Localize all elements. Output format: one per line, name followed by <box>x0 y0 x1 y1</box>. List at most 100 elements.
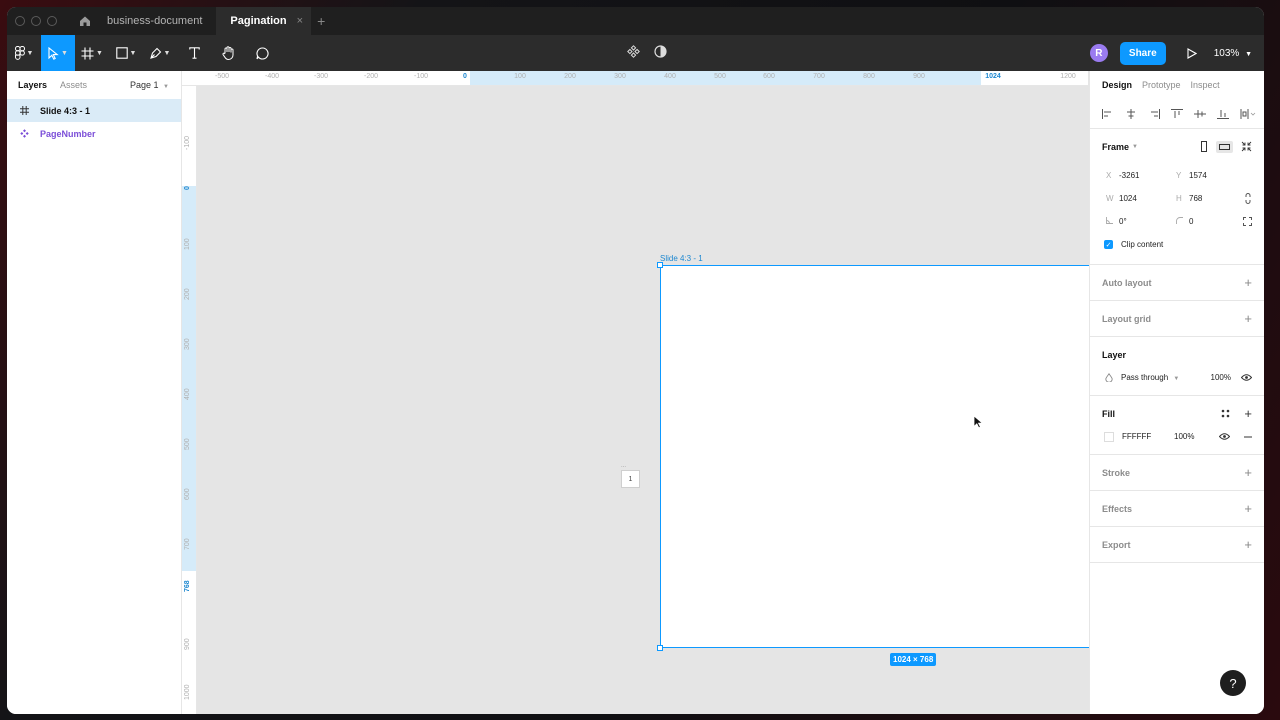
tab-inspect[interactable]: Inspect <box>1191 80 1220 90</box>
blend-mode-dropdown[interactable]: Pass through ▼ <box>1121 373 1179 382</box>
tab-layers[interactable]: Layers <box>18 80 47 90</box>
landscape-orientation-button[interactable] <box>1216 140 1233 153</box>
ruler-tick: 300 <box>614 73 626 80</box>
x-input[interactable]: -3261 <box>1119 171 1172 180</box>
align-top-icon[interactable] <box>1171 108 1183 119</box>
add-auto-layout-icon[interactable]: + <box>1244 275 1252 290</box>
align-left-icon[interactable] <box>1102 108 1114 119</box>
comment-tool-button[interactable] <box>245 35 279 71</box>
resize-to-fit-icon[interactable] <box>1241 141 1252 152</box>
hand-icon <box>221 46 233 60</box>
ruler-tick: 700 <box>184 538 191 550</box>
zoom-window-button[interactable] <box>47 16 57 26</box>
shape-tool-button[interactable]: ▼ <box>109 35 143 71</box>
y-label: Y <box>1176 171 1182 180</box>
eye-icon[interactable] <box>1241 374 1252 381</box>
frame-icon <box>20 106 36 115</box>
contrast-toggle-button[interactable] <box>654 45 667 61</box>
page-selector[interactable]: Page 1 ▼ <box>130 80 169 90</box>
width-input[interactable]: 1024 <box>1119 194 1172 203</box>
ruler-tick: 200 <box>184 288 191 300</box>
text-tool-button[interactable] <box>177 35 211 71</box>
frame-tool-button[interactable]: ▼ <box>75 35 109 71</box>
layer-row-pagenumber[interactable]: PageNumber <box>7 122 181 145</box>
add-layout-grid-icon[interactable]: + <box>1244 311 1252 326</box>
resize-handle-top-left[interactable] <box>657 262 663 268</box>
frame-section-title[interactable]: Frame <box>1102 142 1129 152</box>
help-button[interactable]: ? <box>1220 670 1246 696</box>
portrait-orientation-icon[interactable] <box>1200 141 1208 152</box>
stroke-section: Stroke + <box>1090 455 1264 491</box>
effects-title: Effects <box>1102 503 1133 514</box>
add-stroke-icon[interactable]: + <box>1244 465 1252 480</box>
canvas[interactable]: Slide 4:3 - 1 1024 × 768 ... 1 <box>197 86 1174 714</box>
layer-blend-row: Pass through ▼ 100% <box>1102 366 1252 389</box>
present-button[interactable] <box>1178 47 1206 59</box>
add-export-icon[interactable]: + <box>1244 537 1252 552</box>
play-icon <box>1187 47 1197 59</box>
clip-content-checkbox[interactable]: ✓ <box>1104 240 1113 249</box>
chevron-down-icon: ▼ <box>1132 143 1138 150</box>
effects-section: Effects + <box>1090 491 1264 527</box>
component-tool-button[interactable] <box>627 45 640 61</box>
frame-name-label[interactable]: Slide 4:3 - 1 <box>660 254 703 263</box>
component-frame-label[interactable]: ... <box>621 463 626 469</box>
fill-opacity-input[interactable]: 100% <box>1174 432 1194 441</box>
close-window-button[interactable] <box>15 16 25 26</box>
tab-prototype[interactable]: Prototype <box>1142 80 1181 90</box>
minimize-window-button[interactable] <box>31 16 41 26</box>
home-icon[interactable] <box>77 13 93 29</box>
align-bottom-icon[interactable] <box>1217 109 1229 119</box>
constrain-proportions-icon[interactable] <box>1244 193 1252 204</box>
resize-handle-bottom-left[interactable] <box>657 645 663 651</box>
mouse-cursor-icon <box>973 415 984 432</box>
blend-mode-label: Pass through <box>1121 373 1169 382</box>
y-input[interactable]: 1574 <box>1189 171 1242 180</box>
height-input[interactable]: 768 <box>1189 194 1242 203</box>
distribute-icon[interactable] <box>1240 108 1256 119</box>
eye-icon[interactable] <box>1219 433 1230 440</box>
align-horizontal-center-icon[interactable] <box>1125 108 1137 119</box>
ruler-tick: 900 <box>184 638 191 650</box>
toolbar-right: R Share 103% ▼ <box>1089 35 1264 71</box>
rotation-input[interactable]: 0° <box>1119 217 1172 226</box>
close-tab-icon[interactable]: × <box>297 15 303 27</box>
alignment-toolbar <box>1090 99 1264 129</box>
new-tab-icon[interactable]: + <box>317 13 325 29</box>
align-right-icon[interactable] <box>1148 108 1160 119</box>
move-tool-button[interactable]: ▼ <box>41 35 75 71</box>
zoom-dropdown[interactable]: 103% ▼ <box>1214 48 1252 59</box>
ruler-tick: 400 <box>184 388 191 400</box>
tab-pagination[interactable]: Pagination × <box>216 7 312 35</box>
ruler-tick: -400 <box>264 73 280 80</box>
fill-hex-input[interactable]: FFFFFF <box>1122 432 1174 441</box>
tab-business-document[interactable]: business-document <box>93 7 216 35</box>
style-grid-icon[interactable] <box>1221 409 1230 418</box>
tab-assets[interactable]: Assets <box>60 80 87 90</box>
fill-color-swatch[interactable] <box>1104 431 1114 442</box>
corner-radius-input[interactable]: 0 <box>1189 217 1242 226</box>
component-icon <box>627 45 640 58</box>
hand-tool-button[interactable] <box>211 35 245 71</box>
main-menu-button[interactable]: ▼ <box>7 35 41 71</box>
add-effect-icon[interactable]: + <box>1244 501 1252 516</box>
layout-grid-section: Layout grid + <box>1090 301 1264 337</box>
layer-row-slide[interactable]: Slide 4:3 - 1 <box>7 99 181 122</box>
independent-corners-icon[interactable] <box>1243 217 1252 226</box>
export-section: Export + <box>1090 527 1264 563</box>
chevron-down-icon: ▼ <box>1173 376 1180 382</box>
pen-tool-button[interactable]: ▼ <box>143 35 177 71</box>
tab-design[interactable]: Design <box>1102 80 1132 90</box>
add-fill-icon[interactable]: + <box>1244 406 1252 421</box>
remove-fill-icon[interactable] <box>1244 436 1252 438</box>
share-button[interactable]: Share <box>1119 41 1166 65</box>
window-controls <box>15 16 57 26</box>
auto-layout-section: Auto layout + <box>1090 265 1264 301</box>
align-vertical-center-icon[interactable] <box>1194 109 1206 119</box>
page-number-component[interactable]: 1 <box>621 470 640 488</box>
chevron-down-icon: ▼ <box>26 49 34 57</box>
ruler-tick: 600 <box>763 73 775 80</box>
layer-opacity-input[interactable]: 100% <box>1211 373 1231 382</box>
corner-radius-icon <box>1172 217 1189 226</box>
user-avatar[interactable]: R <box>1089 44 1108 62</box>
